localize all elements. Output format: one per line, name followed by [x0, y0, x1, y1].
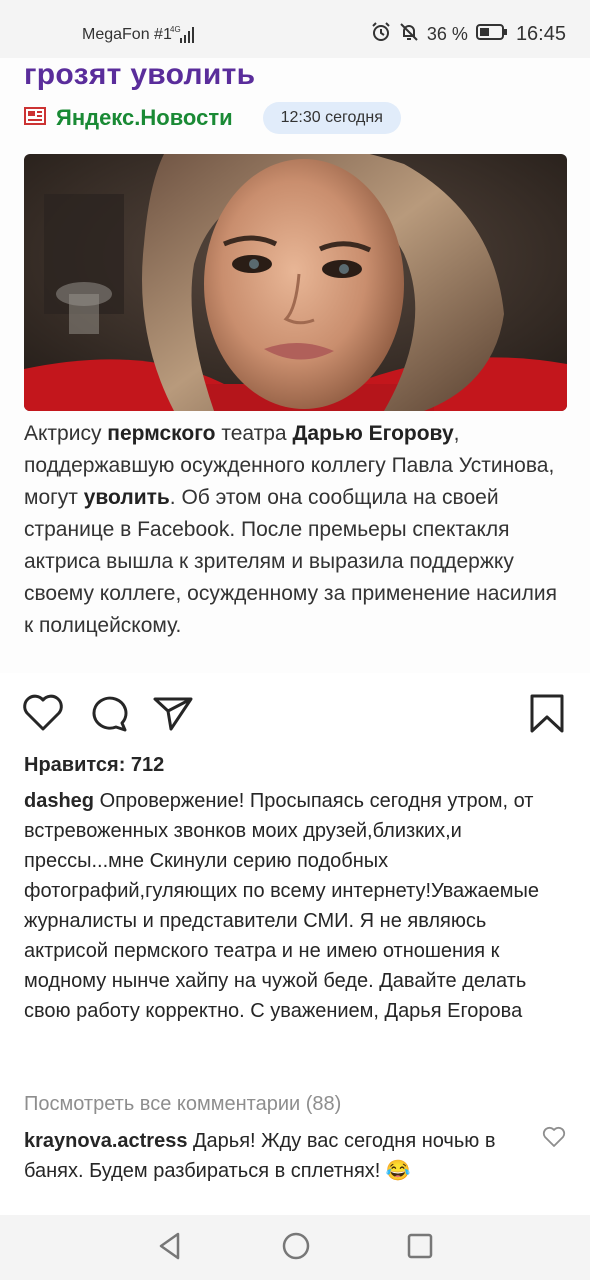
portrait-photo [24, 154, 567, 411]
comment-item: kraynova.actress Дарья! Жду вас сегодня … [24, 1126, 524, 1186]
svg-text:4G: 4G [170, 25, 181, 34]
article-bold: уволить [83, 486, 170, 509]
battery-percent: 36 % [426, 24, 468, 44]
article-bold: Дарью Егорову [292, 422, 454, 445]
headline-part1: грозят [24, 58, 122, 91]
caption-username[interactable]: dasheg [24, 790, 94, 812]
likes-count[interactable]: Нравится: 712 [24, 754, 164, 777]
article-text: Актрису пермского театра Дарью Егорову, … [24, 418, 569, 642]
comment-heart-icon[interactable] [542, 1126, 566, 1153]
battery-icon [475, 23, 508, 46]
post-caption: dasheg Опровержение! Просыпаясь сегодня … [24, 786, 569, 1026]
news-source: Яндекс.Новости 12:30 сегодня [24, 102, 401, 134]
send-icon[interactable] [152, 693, 194, 738]
system-nav-bar [0, 1215, 590, 1280]
recent-square-icon[interactable] [406, 1231, 434, 1266]
alarm-icon [371, 22, 391, 47]
clock: 16:45 [515, 23, 566, 45]
article-segment: театра [215, 422, 293, 445]
article-bold: пермского [107, 422, 216, 445]
headline-part2: уволить [130, 58, 256, 91]
article-segment: Актрису [24, 422, 108, 445]
mute-icon [399, 22, 419, 47]
source-name: Яндекс.Новости [56, 105, 233, 130]
view-all-comments-link[interactable]: Посмотреть все комментарии (88) [24, 1093, 341, 1116]
back-triangle-icon[interactable] [156, 1231, 184, 1266]
bookmark-icon[interactable] [528, 693, 566, 740]
signal-icon: 4G [170, 24, 196, 49]
home-circle-icon[interactable] [281, 1231, 311, 1266]
time-badge: 12:30 сегодня [262, 102, 401, 134]
caption-text: Опровержение! Просыпаясь сегодня утром, … [24, 790, 540, 1022]
post-image[interactable]: грозят уволить Яндекс.Новости 12:30 сего… [0, 58, 590, 673]
heart-icon[interactable] [22, 693, 64, 738]
comment-icon[interactable] [88, 693, 130, 738]
carrier-label: MegaFon #1 [82, 26, 172, 43]
newspaper-icon [24, 106, 46, 130]
comment-username[interactable]: kraynova.actress [24, 1130, 187, 1152]
news-headline: грозят уволить [24, 58, 255, 92]
post-action-bar [0, 685, 590, 743]
